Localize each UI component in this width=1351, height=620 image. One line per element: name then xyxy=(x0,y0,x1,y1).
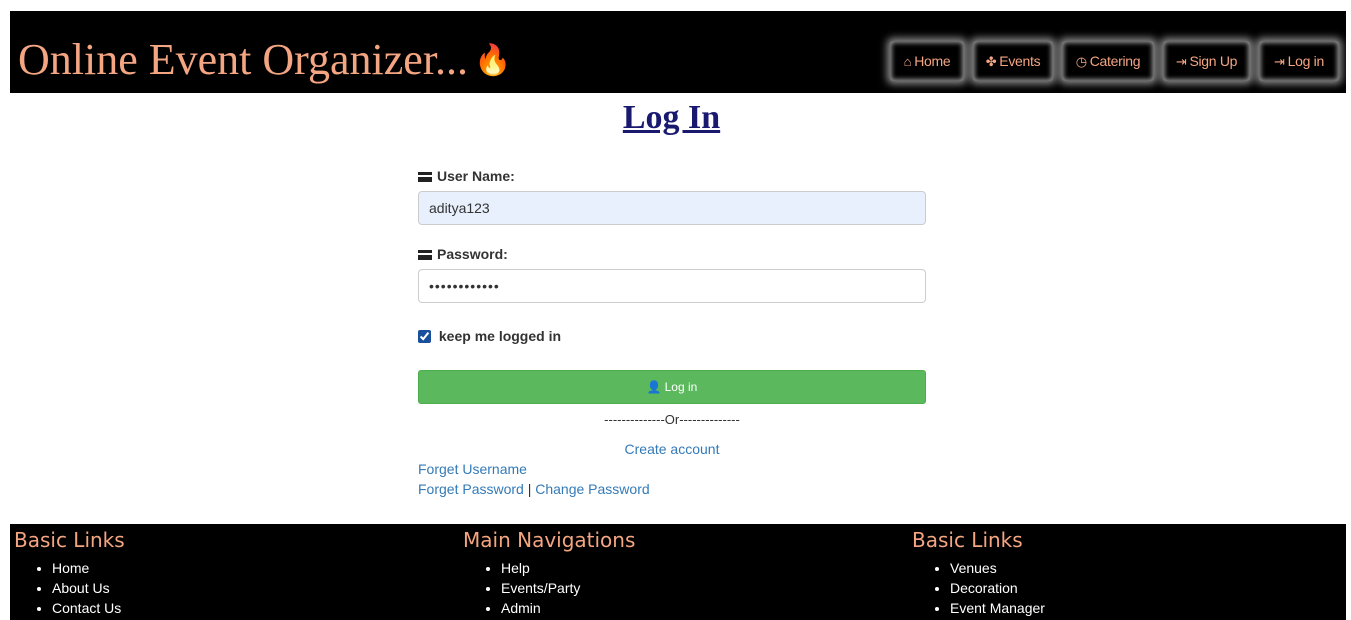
forget-password-link[interactable]: Forget Password xyxy=(418,481,524,497)
change-password-link[interactable]: Change Password xyxy=(535,481,649,497)
login-arrow-icon: ⇥ xyxy=(1175,54,1187,69)
footer-link-events-party[interactable]: Events/Party xyxy=(501,578,635,598)
footer-link-admin[interactable]: Admin xyxy=(501,598,635,618)
nav-events-label: Events xyxy=(999,53,1041,69)
username-label: User Name: xyxy=(418,167,515,185)
footer-column-basic-links: Basic Links Home About Us Contact Us xyxy=(14,526,125,618)
footer-column-title: Basic Links xyxy=(14,528,125,552)
site-header: Online Event Organizer... 🔥 ⌂ Home ✤ Events… xyxy=(10,11,1346,93)
clock-icon: ◷ xyxy=(1075,54,1087,69)
footer-link-list: Venues Decoration Event Manager xyxy=(912,558,1045,618)
footer-link-list: Help Events/Party Admin xyxy=(463,558,635,618)
top-navigation: ⌂ Home ✤ Events ◷ Catering ⇥ Sign Up ⇥ Log in xyxy=(10,41,1346,81)
login-arrow-icon: ⇥ xyxy=(1274,54,1285,69)
nav-events-button[interactable]: ✤ Events xyxy=(973,41,1053,81)
link-separator: | xyxy=(527,481,532,497)
footer-link-home[interactable]: Home xyxy=(52,558,125,578)
nav-catering-label: Catering xyxy=(1089,53,1141,69)
username-label-text: User Name: xyxy=(437,168,515,184)
nav-catering-button[interactable]: ◷ Catering xyxy=(1062,41,1154,81)
nav-home-button[interactable]: ⌂ Home xyxy=(890,41,964,81)
footer-link-list: Home About Us Contact Us xyxy=(14,558,125,618)
password-label-text: Password: xyxy=(437,246,508,262)
user-icon: 👤 xyxy=(646,380,662,394)
gift-icon: ✤ xyxy=(985,54,997,69)
nav-signup-button[interactable]: ⇥ Sign Up xyxy=(1163,41,1250,81)
login-button[interactable]: 👤 Log in xyxy=(418,370,926,404)
footer-link-decoration[interactable]: Decoration xyxy=(950,578,1045,598)
footer-link-help[interactable]: Help xyxy=(501,558,635,578)
footer-link-about-us[interactable]: About Us xyxy=(52,578,125,598)
nav-home-label: Home xyxy=(914,53,951,69)
login-button-label: Log in xyxy=(664,380,698,394)
home-icon: ⌂ xyxy=(903,54,912,69)
remember-me-row: keep me logged in xyxy=(418,327,561,345)
nav-login-button[interactable]: ⇥ Log in xyxy=(1259,41,1339,81)
footer-link-contact-us[interactable]: Contact Us xyxy=(52,598,125,618)
or-separator: --------------Or-------------- xyxy=(604,412,740,427)
create-account-row: Create account xyxy=(418,441,926,459)
credit-card-icon xyxy=(418,172,432,182)
footer-column-title: Main Navigations xyxy=(463,528,636,552)
footer-column-title: Basic Links xyxy=(912,528,1023,552)
password-input[interactable] xyxy=(418,269,926,303)
create-account-link[interactable]: Create account xyxy=(625,441,720,457)
nav-signup-label: Sign Up xyxy=(1189,53,1238,69)
footer-link-venues[interactable]: Venues xyxy=(950,558,1045,578)
credit-card-icon xyxy=(418,250,432,260)
page-title: Log In xyxy=(622,99,721,136)
footer-link-event-manager[interactable]: Event Manager xyxy=(950,598,1045,618)
nav-login-label: Log in xyxy=(1287,53,1325,69)
site-footer: Basic Links Home About Us Contact Us Mai… xyxy=(10,524,1346,620)
password-label: Password: xyxy=(418,245,508,263)
remember-me-checkbox[interactable] xyxy=(418,330,431,343)
username-input[interactable] xyxy=(418,191,926,225)
password-links-row: Forget Password | Change Password xyxy=(418,481,650,497)
remember-me-label[interactable]: keep me logged in xyxy=(439,328,561,344)
footer-column-basic-links-2: Basic Links Venues Decoration Event Mana… xyxy=(912,526,1045,618)
footer-column-main-navigations: Main Navigations Help Events/Party Admin xyxy=(463,526,635,618)
forget-username-link[interactable]: Forget Username xyxy=(418,461,527,477)
